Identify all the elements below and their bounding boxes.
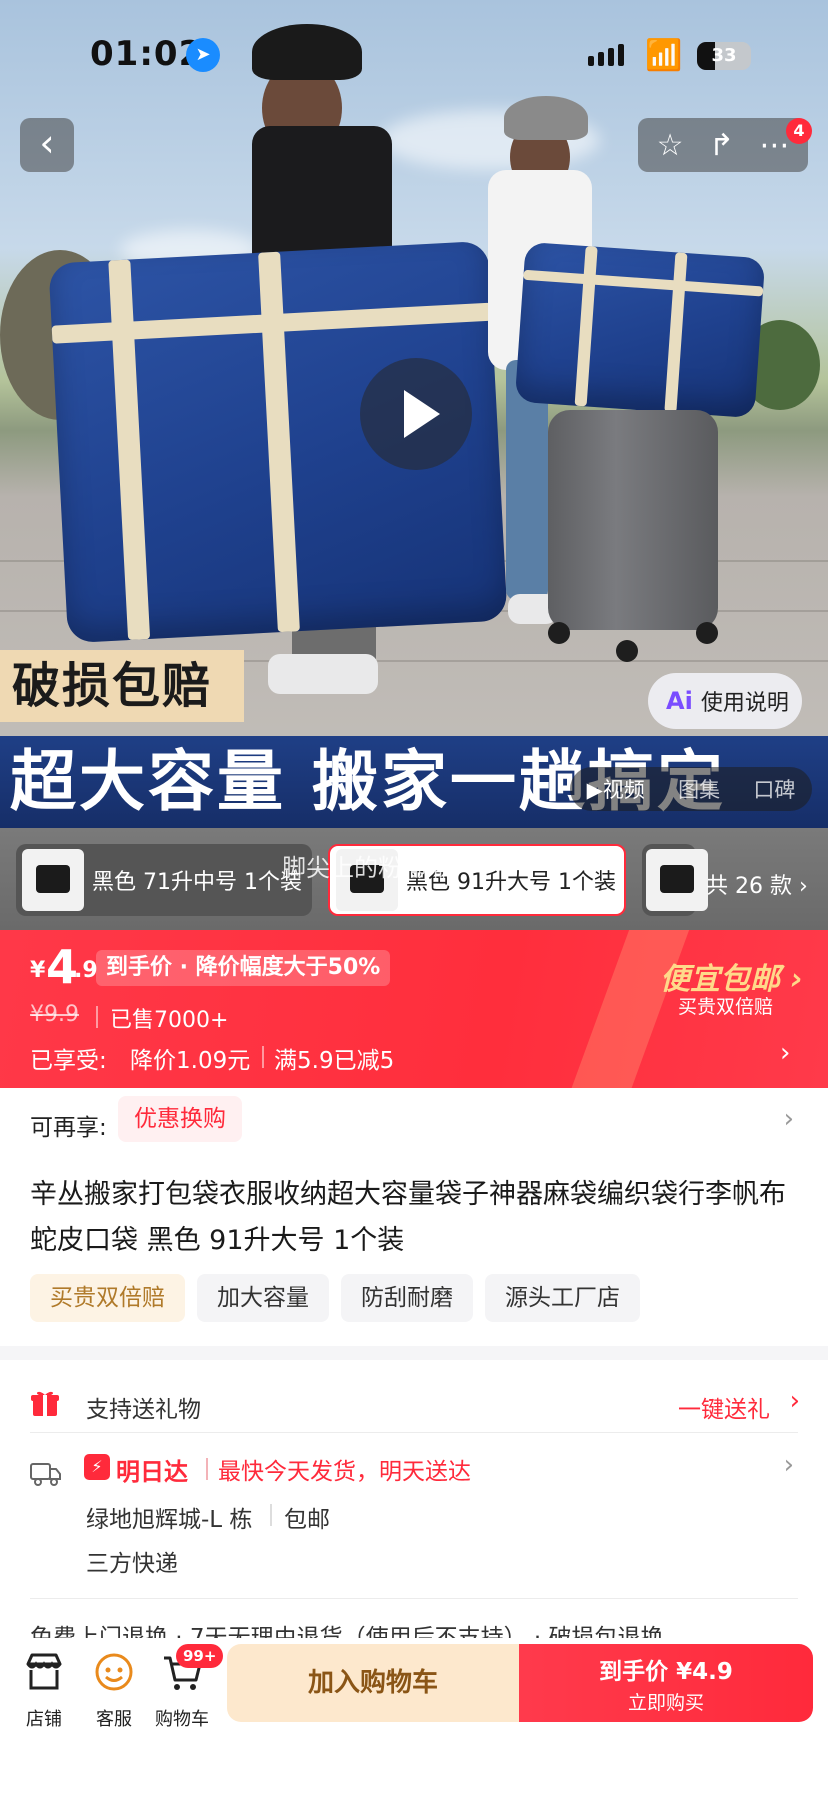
sku-thumbnail xyxy=(22,849,84,911)
sku-thumbnail xyxy=(646,849,708,911)
chevron-right-icon: › xyxy=(783,1450,794,1480)
tab-reviews[interactable]: 口碑 xyxy=(753,774,795,804)
ai-instructions-button[interactable]: Ai 使用说明 xyxy=(648,673,802,729)
gift-label: 支持送礼物 xyxy=(86,1397,201,1423)
promo-tag[interactable]: 优惠换购 xyxy=(118,1096,242,1142)
favorite-star-icon[interactable]: ☆ xyxy=(657,128,684,163)
cart-label: 购物车 xyxy=(155,1709,209,1730)
tag-scratch-resistant[interactable]: 防刮耐磨 xyxy=(341,1274,473,1322)
media-tabs: ▶视频 图集 口碑 xyxy=(570,767,812,811)
tag-price-guarantee[interactable]: 买贵双倍赔 xyxy=(30,1274,185,1322)
chevron-right-icon: › xyxy=(780,1038,791,1068)
watermark: 脚尖上的粉嘟嘟 xyxy=(282,854,450,882)
original-price: ¥9.9 xyxy=(30,1002,79,1027)
shipping-eta: 最快今天发货，明天送达 xyxy=(218,1459,471,1485)
tag-factory-store[interactable]: 源头工厂店 xyxy=(485,1274,640,1322)
status-bar: 01:02 ➤ 📶 33 xyxy=(0,0,828,100)
ai-instructions-label: 使用说明 xyxy=(700,691,789,716)
tag-large-capacity[interactable]: 加大容量 xyxy=(197,1274,329,1322)
store-button[interactable]: 店铺 xyxy=(14,1650,74,1731)
enjoyed-label: 已享受: xyxy=(30,1048,107,1074)
tab-gallery[interactable]: 图集 xyxy=(678,774,720,804)
cellular-signal-icon xyxy=(588,44,624,66)
bottom-action-bar: 店铺 客服 购物车 99+ 加入购物车 到手价 ¥4.9 立即购买 xyxy=(0,1638,828,1795)
express-carrier: 三方快递 xyxy=(86,1551,178,1577)
chevron-right-icon: › xyxy=(789,1386,800,1416)
tab-video[interactable]: ▶视频 xyxy=(587,774,645,804)
service-label: 客服 xyxy=(96,1709,132,1730)
back-button[interactable]: ‹ xyxy=(20,118,74,172)
more-icon[interactable]: ⋯ xyxy=(759,128,789,163)
product-hero-image[interactable]: 01:02 ➤ 📶 33 ‹ ☆ ↱ ⋯ 4 破损包赔 Ai 使用说明 xyxy=(0,0,828,828)
sold-count: 已售7000+ xyxy=(110,1008,229,1033)
gift-icon xyxy=(31,1391,59,1416)
chevron-right-icon: › xyxy=(783,1104,794,1134)
play-video-button[interactable] xyxy=(360,358,472,470)
lightning-icon: ⚡ xyxy=(84,1454,110,1480)
store-label: 店铺 xyxy=(26,1709,62,1730)
buy-price-line: 到手价 ¥4.9 xyxy=(599,1659,733,1685)
buy-now-label: 立即购买 xyxy=(627,1692,704,1714)
truck-icon xyxy=(30,1463,61,1486)
suitcase xyxy=(548,410,718,630)
product-title: 辛丛搬家打包袋衣服收纳超大容量袋子神器麻袋编织袋行李帆布蛇皮口袋 黑色 91升大… xyxy=(30,1179,786,1256)
buy-now-button[interactable]: 到手价 ¥4.9 立即购买 xyxy=(519,1644,813,1722)
store-icon xyxy=(26,1653,62,1690)
share-icon[interactable]: ↱ xyxy=(709,128,734,163)
damage-guarantee-banner: 破损包赔 xyxy=(0,650,244,722)
price-banner[interactable]: ¥ 4 .9 到手价 · 降价幅度大于50% ¥9.9 已售7000+ 已享受:… xyxy=(0,930,828,1088)
promo-label: 可再享: xyxy=(30,1115,107,1141)
wifi-icon: 📶 xyxy=(645,38,683,73)
return-policy-text: 免费上门退换 · 7天无理由退货（使用后不支持） · 破损包退换 xyxy=(30,1625,664,1638)
delivery-address: 绿地旭辉城-L 栋 xyxy=(86,1507,253,1533)
sku-option-more[interactable] xyxy=(642,844,708,916)
customer-service-icon xyxy=(95,1653,133,1691)
sku-label: 黑色 71升中号 1个装 xyxy=(92,870,302,895)
add-to-cart-button[interactable]: 加入购物车 xyxy=(227,1644,519,1722)
location-arrow-icon: ➤ xyxy=(186,38,220,72)
top-actions: ☆ ↱ ⋯ xyxy=(638,118,808,172)
battery-icon: 33 xyxy=(697,42,751,70)
price-guarantee-label: 买贵双倍赔 xyxy=(678,996,774,1018)
return-policy-row[interactable]: 免费上门退换 · 7天无理由退货（使用后不支持） · 破损包退换 xyxy=(30,1618,800,1638)
bag-medium xyxy=(514,241,766,419)
price-decimal: .9 xyxy=(74,958,98,983)
enjoyed-discount: 降价1.09元 xyxy=(130,1048,251,1074)
enjoyed-coupon: 满5.9已减5 xyxy=(274,1048,395,1074)
price-currency: ¥ xyxy=(30,958,46,983)
product-tags: 买贵双倍赔 加大容量 防刮耐磨 源头工厂店 xyxy=(30,1274,640,1322)
next-day-label: 明日达 xyxy=(116,1458,188,1486)
notification-badge: 4 xyxy=(786,118,812,144)
send-gift-link[interactable]: 一键送礼 xyxy=(678,1390,770,1424)
sku-option-71l[interactable]: 黑色 71升中号 1个装 xyxy=(16,844,312,916)
price-tag: 到手价 · 降价幅度大于50% xyxy=(96,950,391,986)
sku-count-link[interactable]: 共 26 款 › xyxy=(706,868,808,900)
cart-count-badge: 99+ xyxy=(176,1644,224,1668)
shipping-fee: 包邮 xyxy=(284,1507,330,1533)
delivery-info[interactable]: ⚡ 明日达 最快今天发货，明天送达 › 绿地旭辉城-L 栋 包邮 三方快递 xyxy=(30,1448,800,1598)
customer-service-button[interactable]: 客服 xyxy=(84,1650,144,1731)
gift-row[interactable]: 支持送礼物 一键送礼 › xyxy=(30,1376,800,1436)
ai-icon: Ai xyxy=(666,687,693,715)
promo-row[interactable]: 可再享: 优惠换购 › xyxy=(30,1096,800,1146)
